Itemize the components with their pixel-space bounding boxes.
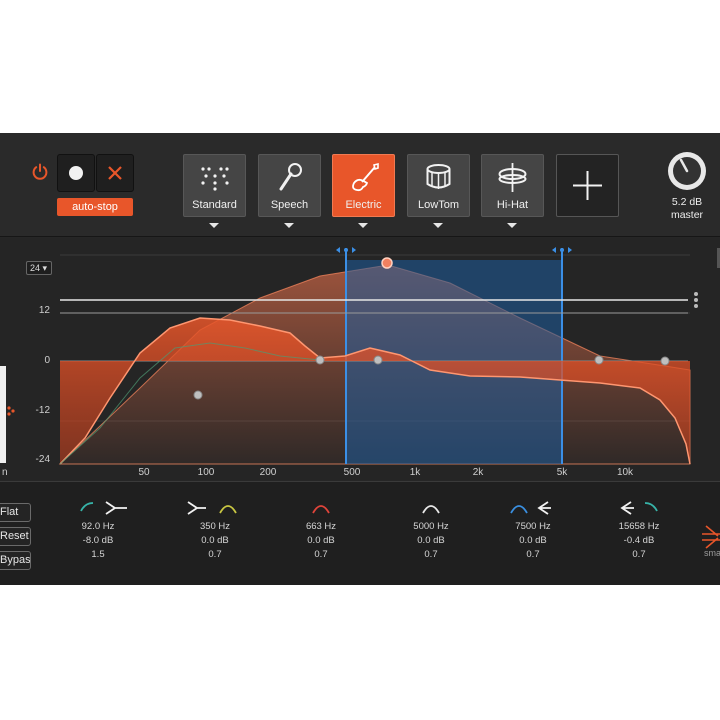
threshold-handle[interactable]	[694, 292, 698, 308]
band-node	[594, 355, 604, 365]
meter-marker-icon[interactable]	[7, 406, 15, 416]
x-axis-label: 10k	[616, 467, 634, 478]
preset-label: LowTom	[418, 199, 459, 211]
record-button[interactable]	[57, 154, 95, 192]
band-gain[interactable]: -8.0 dB	[53, 535, 143, 546]
selection-handle-icon[interactable]	[336, 247, 572, 253]
bypass-button[interactable]: Bypass	[0, 551, 31, 570]
add-preset-button[interactable]	[556, 154, 619, 217]
band-gain[interactable]: -0.4 dB	[594, 535, 684, 546]
preset-speech[interactable]: Speech	[258, 154, 321, 217]
chevron-down-icon[interactable]	[433, 223, 443, 228]
preset-hi-hat[interactable]: Hi-Hat	[481, 154, 544, 217]
x-axis-label: 5k	[556, 467, 568, 478]
preset-label: Speech	[270, 199, 309, 211]
band-frequency[interactable]: 5000 Hz	[386, 521, 476, 532]
band-parameters-panel: Flat Reset Bypass 92.0 Hz -8.0 dB 1.5 35…	[0, 481, 720, 585]
bell-filter-icon	[510, 501, 551, 515]
preset-label: Hi-Hat	[496, 199, 529, 211]
low-shelf-filter-icon	[80, 501, 127, 515]
band-gain[interactable]: 0.0 dB	[170, 535, 260, 546]
y-axis-label: -24	[35, 454, 50, 465]
close-icon	[108, 166, 122, 180]
auto-stop-button[interactable]: auto-stop	[57, 198, 133, 216]
logo-text: smart	[704, 548, 720, 558]
dots-icon	[201, 167, 229, 191]
preset-lowtom[interactable]: LowTom	[407, 154, 470, 217]
band-q[interactable]: 0.7	[276, 549, 366, 560]
preset-standard[interactable]: Standard	[183, 154, 246, 217]
band-q[interactable]: 0.7	[386, 549, 476, 560]
band-node	[315, 355, 325, 365]
eq-plugin-window: auto-stop Standard Speech Electric LowTo…	[0, 133, 720, 585]
bell-filter-icon	[187, 501, 237, 515]
band-frequency[interactable]: 350 Hz	[170, 521, 260, 532]
band-node	[193, 390, 203, 400]
master-knob[interactable]	[666, 150, 708, 192]
range-select[interactable]: 24 ▾	[26, 261, 52, 275]
electric-guitar-icon	[352, 162, 379, 192]
chevron-down-icon[interactable]	[209, 223, 219, 228]
drum-icon	[426, 164, 451, 189]
plus-icon	[573, 171, 602, 200]
bell-filter-icon	[312, 505, 330, 514]
band-frequency[interactable]: 92.0 Hz	[53, 521, 143, 532]
eq-graph[interactable]: 24 ▾ 12 0 -12 -24 n 50 100 200 500 1k 2k…	[0, 238, 720, 480]
preset-label: Electric	[345, 199, 382, 211]
band-node	[373, 355, 383, 365]
band-gain[interactable]: 0.0 dB	[488, 535, 578, 546]
band-gain[interactable]: 0.0 dB	[276, 535, 366, 546]
x-axis-label: 1k	[409, 467, 421, 478]
hi-hat-icon	[498, 163, 527, 192]
band-q[interactable]: 0.7	[488, 549, 578, 560]
y-axis-label: 12	[38, 305, 50, 316]
master-label: master	[670, 209, 704, 221]
x-axis-label: 2k	[472, 467, 484, 478]
chevron-down-icon[interactable]	[284, 223, 294, 228]
x-axis-label: 500	[343, 467, 361, 478]
high-shelf-filter-icon	[620, 501, 658, 515]
eq-curve-canvas[interactable]	[0, 238, 720, 480]
band-q[interactable]: 1.5	[53, 549, 143, 560]
master-gain-value: 5.2 dB	[671, 196, 703, 208]
x-axis-label: 50	[138, 467, 150, 478]
band-q[interactable]: 0.7	[170, 549, 260, 560]
y-axis-label: 0	[44, 355, 50, 366]
band-frequency[interactable]: 15658 Hz	[594, 521, 684, 532]
chevron-down-icon[interactable]	[507, 223, 517, 228]
band-q[interactable]: 0.7	[594, 549, 684, 560]
cancel-button[interactable]	[96, 154, 134, 192]
y-axis-label: -12	[35, 405, 50, 416]
x-axis-label: 200	[259, 467, 277, 478]
power-icon[interactable]	[31, 163, 49, 181]
x-axis-label: n	[2, 467, 8, 478]
preset-label: Standard	[192, 199, 237, 211]
band-gain[interactable]: 0.0 dB	[386, 535, 476, 546]
chevron-down-icon[interactable]	[358, 223, 368, 228]
bell-filter-icon	[422, 505, 440, 514]
x-axis-label: 100	[197, 467, 215, 478]
microphone-icon	[279, 163, 302, 191]
preset-electric[interactable]: Electric	[332, 154, 395, 217]
band-frequency[interactable]: 7500 Hz	[488, 521, 578, 532]
flat-button[interactable]: Flat	[0, 503, 31, 522]
band-node	[660, 356, 670, 366]
reset-button[interactable]: Reset	[0, 527, 31, 546]
spectrum-peak-node	[381, 257, 393, 269]
record-icon	[69, 166, 83, 180]
band-frequency[interactable]: 663 Hz	[276, 521, 366, 532]
input-level-meter	[0, 366, 6, 463]
header-toolbar: auto-stop Standard Speech Electric LowTo…	[0, 133, 720, 237]
